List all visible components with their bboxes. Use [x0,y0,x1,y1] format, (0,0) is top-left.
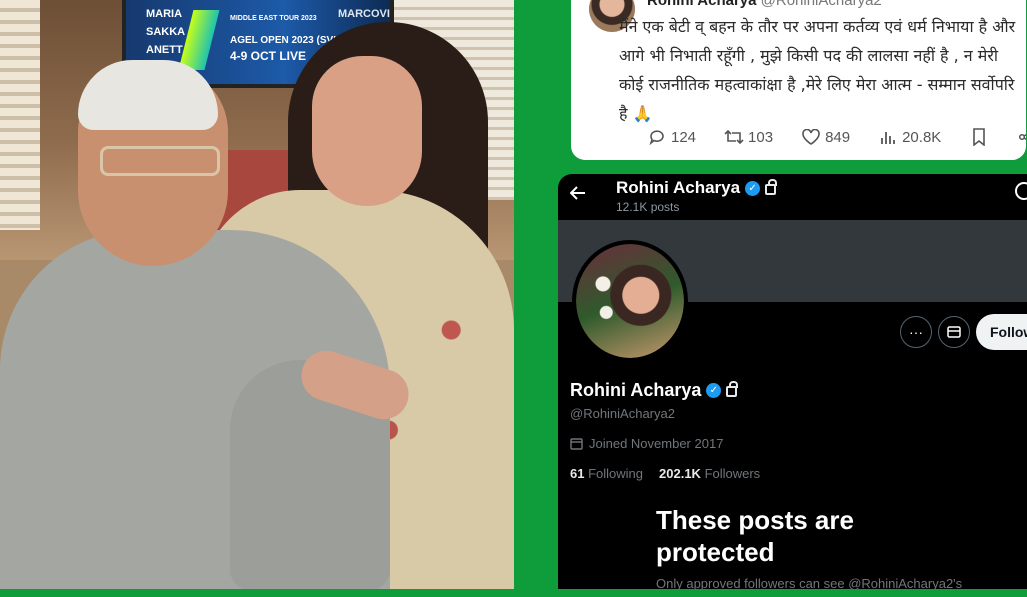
views-button[interactable]: 20.8K [878,127,941,147]
share-icon [1017,127,1026,147]
joined-date: Joined November 2017 [570,436,723,451]
tweet-card[interactable]: Rohini Acharya @RohiniAcharya2 मैंने एक … [571,0,1026,160]
followers-label: Followers [704,466,761,481]
photo-window [0,0,40,230]
follow-counts: 61 Following 202.1K Followers [570,466,760,481]
family-photo: MARIA SAKKA ANETT MIDDLE EAST TOUR 2023 … [0,0,514,589]
profile-picture[interactable] [572,240,688,362]
view-count: 20.8K [902,128,942,146]
man-hair [78,60,218,130]
bookmark-icon [969,127,989,147]
tweet-author[interactable]: Rohini Acharya [647,0,756,9]
glasses [100,146,220,176]
tv-text: MARIA [146,8,183,20]
search-icon[interactable] [1015,182,1027,200]
posts-count: 12.1K posts [616,200,680,214]
heart-icon [801,127,821,147]
tv-text: ANETT [146,44,183,56]
lock-icon [765,178,778,195]
following-link[interactable]: 61 Following [570,466,643,481]
repost-button[interactable]: 103 [724,127,773,147]
more-options-button[interactable]: ··· [900,316,932,348]
tv-text: SAKKA [146,26,186,38]
following-label: Following [588,466,644,481]
back-arrow-icon[interactable] [569,184,586,205]
profile-name-text: Rohini Acharya [570,380,702,400]
lock-icon [726,381,739,397]
tweet-actions: 124 103 849 20.8K [647,124,1026,150]
message-button[interactable] [938,316,970,348]
follow-button[interactable]: Follow [976,314,1027,350]
tweet-handle[interactable]: @RohiniAcharya2 [761,0,882,9]
bookmark-button[interactable] [969,127,989,147]
profile-header-name: Rohini Acharya ✓ [616,178,778,198]
profile-handle: @RohiniAcharya2 [570,406,675,421]
share-button[interactable] [1017,127,1026,147]
reply-count: 124 [671,128,697,146]
verified-badge-icon: ✓ [706,383,722,398]
repost-icon [724,127,744,147]
header-name-text: Rohini Acharya [616,178,741,197]
tweet-header: Rohini Acharya @RohiniAcharya2 [647,0,882,9]
bar-chart-icon [878,127,898,147]
calendar-icon [570,438,583,450]
profile-photo [576,244,684,358]
followers-link[interactable]: 202.1K Followers [659,466,760,481]
profile-name: Rohini Acharya ✓ [570,380,739,401]
like-count: 849 [825,128,851,146]
bottom-border [0,589,1027,597]
joined-text: Joined November 2017 [589,436,724,451]
like-button[interactable]: 849 [801,127,850,147]
following-count: 61 [570,466,585,481]
mail-icon [947,326,961,338]
reply-button[interactable]: 124 [647,127,696,147]
tv-text: MIDDLE EAST TOUR 2023 [230,15,317,22]
followers-count: 202.1K [659,466,701,481]
ellipsis-icon: ··· [909,324,923,340]
verified-badge-icon: ✓ [745,180,761,196]
tweet-text: मैंने एक बेटी व् बहन के तौर पर अपना कर्त… [619,17,1016,123]
profile-topbar: Rohini Acharya ✓ 12.1K posts [558,174,1027,220]
profile-panel: Rohini Acharya ✓ 12.1K posts ··· Follow … [558,174,1027,597]
woman-face [312,56,422,206]
tv-text: 4-9 OCT LIVE [230,49,307,63]
reply-icon [647,127,667,147]
repost-count: 103 [748,128,774,146]
tv-text: MARCOVI [338,8,390,20]
protected-title: These posts are protected [656,505,854,567]
